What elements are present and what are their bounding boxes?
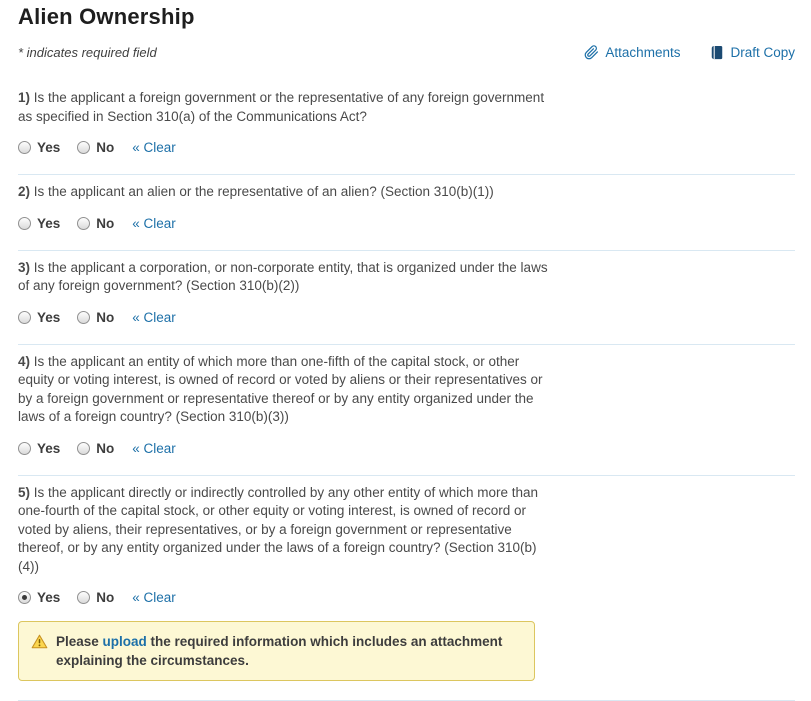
radio-label-no: No: [96, 216, 114, 231]
answer-row: Yes No « Clear: [18, 310, 795, 325]
upload-link[interactable]: upload: [103, 634, 147, 649]
radio-button-no[interactable]: [77, 217, 90, 230]
question-number: 5): [18, 485, 30, 500]
answer-row: Yes No « Clear: [18, 216, 795, 231]
radio-option-no[interactable]: No: [77, 216, 114, 231]
radio-label-yes: Yes: [37, 441, 60, 456]
radio-label-no: No: [96, 441, 114, 456]
radio-label-yes: Yes: [37, 590, 60, 605]
clear-link[interactable]: « Clear: [132, 590, 176, 605]
radio-label-no: No: [96, 310, 114, 325]
warning-triangle-icon: [31, 634, 48, 649]
radio-button-yes[interactable]: [18, 217, 31, 230]
question-section: 2) Is the applicant an alien or the repr…: [18, 175, 795, 251]
paperclip-icon: [584, 45, 599, 60]
question-text: 3) Is the applicant a corporation, or no…: [18, 259, 553, 296]
answer-row: Yes No « Clear: [18, 441, 795, 456]
required-field-note: * indicates required field: [18, 45, 157, 60]
radio-option-yes[interactable]: Yes: [18, 441, 60, 456]
clear-link[interactable]: « Clear: [132, 441, 176, 456]
alien-ownership-page: Alien Ownership * indicates required fie…: [0, 0, 811, 701]
clear-link[interactable]: « Clear: [132, 310, 176, 325]
question-section: 1) Is the applicant a foreign government…: [18, 81, 795, 175]
question-number: 1): [18, 90, 30, 105]
book-icon: [710, 45, 724, 60]
draft-copy-button[interactable]: Draft Copy: [710, 45, 795, 60]
warning-banner: Please upload the required information w…: [18, 621, 535, 681]
radio-button-no[interactable]: [77, 311, 90, 324]
answer-row: Yes No « Clear: [18, 590, 795, 605]
question-number: 3): [18, 260, 30, 275]
radio-button-yes[interactable]: [18, 442, 31, 455]
draft-copy-label: Draft Copy: [730, 45, 795, 60]
questions-container: 1) Is the applicant a foreign government…: [18, 81, 795, 701]
question-section: 3) Is the applicant a corporation, or no…: [18, 251, 795, 345]
question-section: 4) Is the applicant an entity of which m…: [18, 345, 795, 476]
attachments-button[interactable]: Attachments: [584, 45, 680, 60]
radio-button-yes[interactable]: [18, 311, 31, 324]
radio-label-no: No: [96, 590, 114, 605]
clear-link[interactable]: « Clear: [132, 216, 176, 231]
question-text: 2) Is the applicant an alien or the repr…: [18, 183, 553, 202]
clear-link[interactable]: « Clear: [132, 140, 176, 155]
radio-button-yes[interactable]: [18, 591, 31, 604]
question-text: 4) Is the applicant an entity of which m…: [18, 353, 553, 427]
question-number: 2): [18, 184, 30, 199]
answer-row: Yes No « Clear: [18, 140, 795, 155]
radio-option-no[interactable]: No: [77, 441, 114, 456]
radio-option-no[interactable]: No: [77, 590, 114, 605]
radio-option-yes[interactable]: Yes: [18, 310, 60, 325]
radio-label-yes: Yes: [37, 310, 60, 325]
question-number: 4): [18, 354, 30, 369]
question-body: Is the applicant directly or indirectly …: [18, 485, 538, 574]
warning-text-before: Please: [56, 634, 103, 649]
radio-button-yes[interactable]: [18, 141, 31, 154]
radio-option-yes[interactable]: Yes: [18, 140, 60, 155]
radio-button-no[interactable]: [77, 442, 90, 455]
question-text: 5) Is the applicant directly or indirect…: [18, 484, 553, 577]
page-title: Alien Ownership: [18, 4, 795, 30]
attachments-label: Attachments: [605, 45, 680, 60]
header-row: * indicates required field Attachments D…: [18, 45, 795, 60]
question-body: Is the applicant a corporation, or non-c…: [18, 260, 548, 294]
question-section: 5) Is the applicant directly or indirect…: [18, 476, 795, 701]
question-body: Is the applicant an alien or the represe…: [30, 184, 494, 199]
question-text: 1) Is the applicant a foreign government…: [18, 89, 553, 126]
radio-option-yes[interactable]: Yes: [18, 216, 60, 231]
radio-button-no[interactable]: [77, 591, 90, 604]
toolbar: Attachments Draft Copy: [584, 45, 795, 60]
radio-option-no[interactable]: No: [77, 140, 114, 155]
radio-option-no[interactable]: No: [77, 310, 114, 325]
question-body: Is the applicant a foreign government or…: [18, 90, 544, 124]
radio-button-no[interactable]: [77, 141, 90, 154]
radio-option-yes[interactable]: Yes: [18, 590, 60, 605]
radio-label-yes: Yes: [37, 140, 60, 155]
radio-label-yes: Yes: [37, 216, 60, 231]
warning-text: Please upload the required information w…: [56, 632, 522, 670]
radio-label-no: No: [96, 140, 114, 155]
question-body: Is the applicant an entity of which more…: [18, 354, 543, 425]
